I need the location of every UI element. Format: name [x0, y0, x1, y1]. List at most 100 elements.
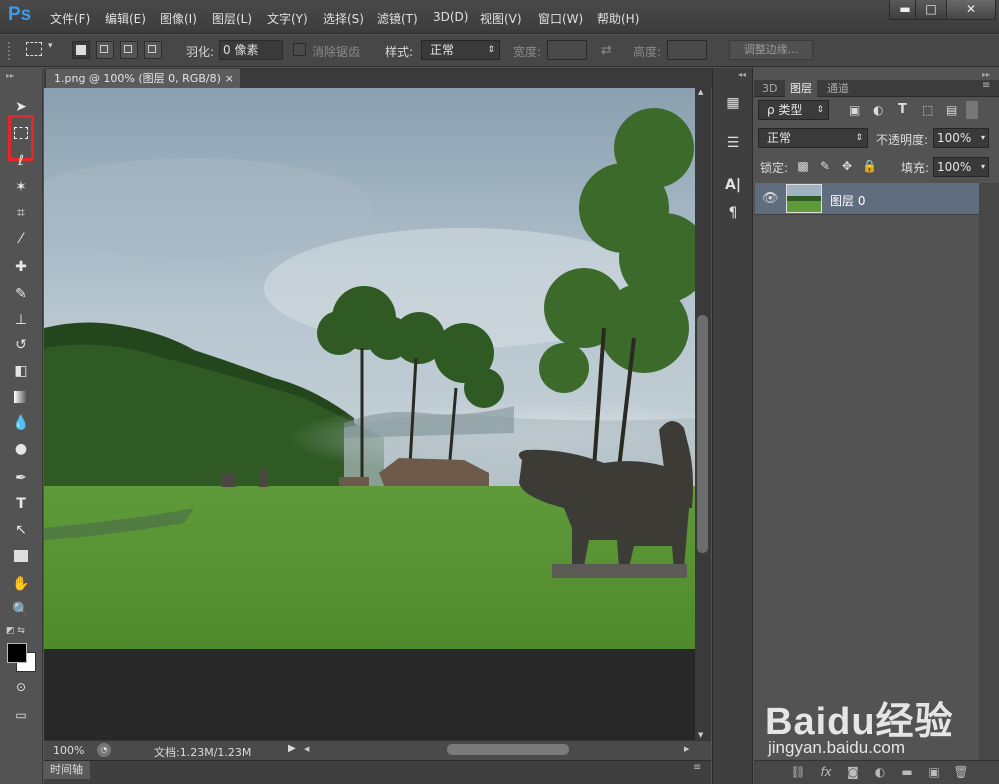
filter-shape-icon[interactable]: ⬚ [922, 103, 933, 117]
close-tab-icon[interactable]: × [225, 69, 234, 88]
scroll-left-icon[interactable]: ◀ [304, 745, 309, 753]
menu-3d[interactable]: 3D(D) [433, 10, 468, 24]
default-colors-icon[interactable]: ◩ ⇆ [6, 626, 25, 636]
restore-button[interactable]: □ [915, 0, 947, 20]
healing-brush-tool-icon[interactable]: ✚ [8, 256, 34, 278]
dropdown-arrow-icon: ⇕ [487, 45, 495, 55]
status-menu-arrow-icon[interactable]: ▶ [288, 743, 296, 754]
filter-kind-select[interactable]: ρ 类型 ⇕ [758, 100, 829, 120]
paragraph-panel-icon[interactable]: ¶ [722, 202, 744, 224]
clone-stamp-tool-icon[interactable]: ⊥ [8, 309, 34, 331]
path-selection-tool-icon[interactable]: ↖ [8, 519, 34, 541]
timeline-menu-icon[interactable]: ≡ [693, 762, 701, 773]
scroll-down-icon[interactable]: ▼ [698, 731, 703, 739]
style-select[interactable]: 正常 ⇕ [421, 40, 500, 60]
timeline-tab[interactable]: 时间轴 [44, 761, 90, 779]
height-input[interactable] [667, 40, 707, 60]
pen-tool-icon[interactable]: ✒ [8, 467, 34, 489]
subtract-selection-icon[interactable] [120, 41, 138, 59]
swap-icon[interactable]: ⇄ [601, 43, 612, 58]
lasso-tool-icon[interactable]: ℓ [8, 150, 34, 172]
eyedropper-tool-icon[interactable]: ⁄ [8, 228, 34, 250]
menu-filter[interactable]: 滤镜(T) [377, 10, 418, 27]
tab-channels[interactable]: 通道 [822, 80, 854, 97]
lock-transparent-icon[interactable]: ▩ [796, 159, 810, 173]
feather-input[interactable]: 0 像素 [219, 40, 283, 60]
history-panel-icon[interactable]: ▦ [722, 92, 744, 114]
tab-layers[interactable]: 图层 [785, 80, 817, 97]
filter-adjustment-icon[interactable]: ◐ [873, 103, 883, 117]
magic-wand-tool-icon[interactable]: ✶ [8, 176, 34, 198]
preset-dropdown-icon[interactable]: ▾ [48, 41, 53, 51]
menu-layer[interactable]: 图层(L) [212, 10, 252, 27]
dodge-tool-icon[interactable]: ● [8, 438, 34, 460]
menu-type[interactable]: 文字(Y) [267, 10, 308, 27]
history-brush-tool-icon[interactable]: ↺ [8, 334, 34, 356]
blend-mode-select[interactable]: 正常 ⇕ [758, 128, 868, 148]
antialias-checkbox[interactable] [293, 43, 306, 56]
visibility-eye-icon[interactable]: 👁 [762, 191, 779, 206]
rect-marquee-preset-icon[interactable] [26, 42, 42, 56]
gradient-tool-icon[interactable] [8, 386, 34, 408]
menu-file[interactable]: 文件(F) [50, 10, 90, 27]
lock-image-icon[interactable]: ✎ [818, 159, 832, 173]
scroll-up-icon[interactable]: ▲ [698, 88, 703, 96]
add-selection-icon[interactable] [96, 41, 114, 59]
collapse-dock-icon[interactable]: ◂◂ [738, 70, 746, 79]
opacity-input[interactable]: 100% ▾ [933, 128, 989, 148]
fill-input[interactable]: 100% ▾ [933, 157, 989, 177]
new-layer-icon[interactable]: ▣ [926, 764, 942, 780]
dropdown-arrow-icon: ⇕ [816, 105, 824, 115]
menu-select[interactable]: 选择(S) [323, 10, 364, 27]
layer-name[interactable]: 图层 0 [830, 192, 865, 209]
status-info-icon[interactable]: ◔ [97, 743, 111, 757]
filter-type-icon[interactable]: T [898, 102, 907, 117]
scroll-right-icon[interactable]: ▶ [684, 745, 689, 753]
menu-window[interactable]: 窗口(W) [538, 10, 583, 27]
add-mask-icon[interactable]: ◙ [845, 764, 861, 780]
lock-position-icon[interactable]: ✥ [840, 159, 854, 173]
zoom-tool-icon[interactable]: 🔍 [8, 599, 34, 621]
properties-panel-icon[interactable]: ☰ [722, 132, 744, 154]
quick-mask-icon[interactable]: ⊙ [8, 676, 34, 698]
lock-all-icon[interactable]: 🔒 [862, 159, 877, 173]
layer-style-icon[interactable]: fx [818, 764, 834, 780]
collapse-icon[interactable]: ▸▸ [6, 71, 14, 80]
delete-layer-icon[interactable]: 🗑 [953, 764, 969, 780]
rectangle-tool-icon[interactable] [8, 545, 34, 567]
zoom-level[interactable]: 100% [53, 744, 84, 757]
adjustment-layer-icon[interactable]: ◐ [872, 764, 888, 780]
width-input[interactable] [547, 40, 587, 60]
intersect-selection-icon[interactable] [144, 41, 162, 59]
document-tab-title: 1.png @ 100% (图层 0, RGB/8) [54, 72, 221, 85]
filter-toggle[interactable] [966, 101, 978, 119]
panel-scrollbar[interactable] [979, 183, 999, 760]
menu-view[interactable]: 视图(V) [480, 10, 522, 27]
link-layers-icon[interactable]: ⛓ [790, 764, 806, 780]
collapse-panel-icon[interactable]: ▸▸ [982, 70, 990, 79]
close-button[interactable]: ✕ [946, 0, 996, 20]
screen-mode-icon[interactable]: ▭ [8, 704, 34, 726]
menu-image[interactable]: 图像(I) [160, 10, 197, 27]
filter-smart-object-icon[interactable]: ▤ [946, 103, 957, 117]
panel-menu-icon[interactable]: ≡ [982, 80, 990, 91]
horizontal-scroll-thumb[interactable] [447, 744, 569, 755]
crop-tool-icon[interactable]: ⌗ [8, 202, 34, 224]
new-group-icon[interactable]: ▬ [899, 764, 915, 780]
brush-tool-icon[interactable]: ✎ [8, 283, 34, 305]
foreground-color-swatch[interactable] [7, 643, 27, 663]
blur-tool-icon[interactable]: 💧 [8, 412, 34, 434]
menu-edit[interactable]: 编辑(E) [105, 10, 146, 27]
document-tab[interactable]: 1.png @ 100% (图层 0, RGB/8) × [46, 69, 240, 88]
filter-pixel-icon[interactable]: ▣ [849, 103, 860, 117]
hand-tool-icon[interactable]: ✋ [8, 573, 34, 595]
canvas-photo[interactable] [44, 88, 695, 649]
character-panel-icon[interactable]: A| [722, 174, 744, 196]
vertical-scroll-thumb[interactable] [697, 315, 708, 553]
menu-help[interactable]: 帮助(H) [597, 10, 639, 27]
refine-edge-button[interactable]: 调整边缘... [729, 40, 813, 60]
eraser-tool-icon[interactable]: ◧ [8, 360, 34, 382]
tab-3d[interactable]: 3D [757, 80, 782, 97]
new-selection-icon[interactable] [72, 41, 90, 59]
type-tool-icon[interactable]: T [8, 493, 34, 515]
